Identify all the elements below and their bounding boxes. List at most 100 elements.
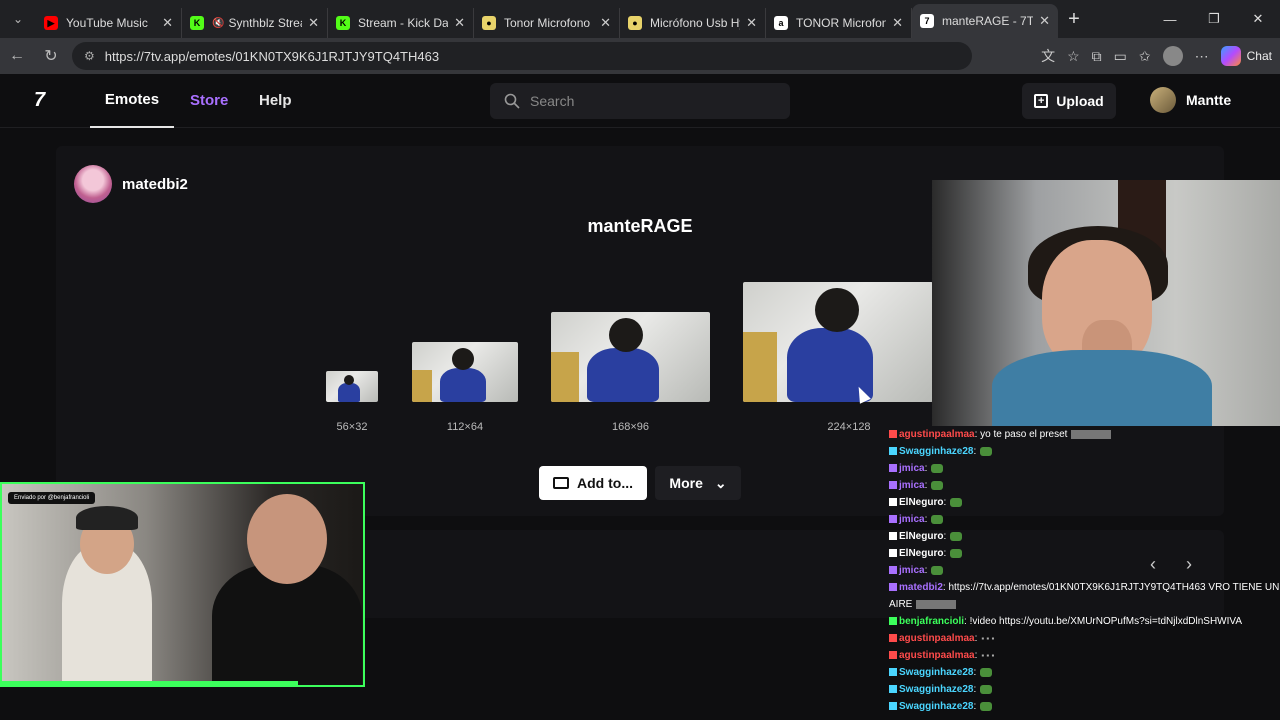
add-to-button[interactable]: Add to... bbox=[539, 466, 647, 500]
chat-message: agustinpaalmaa: yo te paso el preset bbox=[889, 426, 1280, 443]
new-tab-button[interactable]: + bbox=[1058, 8, 1090, 31]
chat-emote-image bbox=[950, 531, 963, 541]
chat-text: : bbox=[973, 446, 977, 457]
chat-text: : bbox=[973, 667, 977, 678]
shared-video-overlay: Enviado por @benjafrancioli bbox=[0, 482, 365, 687]
chat-badge-icon bbox=[889, 515, 897, 524]
browser-tab[interactable]: a TONOR Microfono ✕ bbox=[766, 8, 912, 38]
site-info-icon[interactable]: ⚙ bbox=[84, 49, 95, 63]
copilot-chat-button[interactable]: Chat bbox=[1220, 46, 1272, 66]
chat-emote-image bbox=[980, 701, 993, 711]
tab-title: YouTube Music bbox=[66, 16, 148, 30]
chat-username: agustinpaalmaa bbox=[899, 429, 975, 440]
window-controls: — ❐ ✕ bbox=[1148, 0, 1280, 38]
browser-tab[interactable]: ▶ YouTube Music ✕ bbox=[36, 8, 182, 38]
chat-emote-image bbox=[980, 684, 993, 694]
minimize-icon[interactable]: — bbox=[1148, 0, 1192, 38]
tab-close-icon[interactable]: ✕ bbox=[162, 15, 173, 31]
emote-preview-4x bbox=[743, 282, 933, 402]
chat-username: jmica bbox=[899, 463, 925, 474]
nav-store[interactable]: Store bbox=[190, 74, 228, 128]
split-screen-icon[interactable]: ▭ bbox=[1114, 48, 1127, 65]
chat-badge-icon bbox=[889, 651, 897, 660]
more-menu-icon[interactable]: ⋯ bbox=[1195, 48, 1209, 65]
chat-emote-image bbox=[931, 565, 944, 575]
chat-username: jmica bbox=[899, 480, 925, 491]
chat-badge-icon bbox=[889, 617, 897, 626]
site-header: 7 Emotes Store Help Search + Upload Mant… bbox=[0, 74, 1280, 128]
chat-text: : bbox=[943, 548, 947, 559]
chat-badge-icon bbox=[889, 634, 897, 643]
search-input[interactable]: Search bbox=[490, 83, 790, 119]
restore-icon[interactable]: ❐ bbox=[1192, 0, 1236, 38]
chevron-down-icon: ⌄ bbox=[714, 474, 727, 491]
nav-emotes[interactable]: Emotes bbox=[90, 74, 174, 128]
chat-text: : bbox=[973, 701, 977, 712]
tab-title: Micrófono Usb Hyp bbox=[650, 16, 740, 30]
chat-message: Swagginhaze28: bbox=[889, 681, 1280, 698]
tab-close-icon[interactable]: ✕ bbox=[600, 15, 611, 31]
chat-username: ElNeguro bbox=[899, 531, 944, 542]
tab-close-icon[interactable]: ✕ bbox=[454, 15, 465, 31]
chat-badge-icon bbox=[889, 549, 897, 558]
sent-by-tag: Enviado por @benjafrancioli bbox=[8, 492, 96, 504]
extensions-icon[interactable]: ⧉ bbox=[1092, 48, 1102, 65]
emote-owner[interactable]: matedbi2 bbox=[74, 165, 188, 203]
chat-username: jmica bbox=[899, 565, 925, 576]
browser-tab[interactable]: K Stream - Kick Dashboard ✕ bbox=[328, 8, 474, 38]
address-bar-row: ← ↻ ⚙ https://7tv.app/emotes/01KN0TX9K6J… bbox=[0, 38, 1280, 74]
close-window-icon[interactable]: ✕ bbox=[1236, 0, 1280, 38]
chat-badge-icon bbox=[889, 566, 897, 575]
chat-message: Swagginhaze28: bbox=[889, 698, 1280, 715]
chat-message: jmica: bbox=[889, 477, 1280, 494]
user-menu[interactable]: Mantte bbox=[1150, 87, 1231, 113]
tab-muted-icon[interactable]: 🔇 bbox=[212, 18, 224, 29]
browser-tab[interactable]: 7 manteRAGE - 7TV ✕ bbox=[912, 4, 1058, 38]
browser-tab[interactable]: ● Tonor Microfono G ✕ bbox=[474, 8, 620, 38]
profile-avatar[interactable] bbox=[1162, 46, 1183, 66]
video-progress-bar bbox=[2, 681, 298, 685]
username: Mantte bbox=[1186, 92, 1232, 108]
chat-badge-icon bbox=[889, 447, 897, 456]
chat-emote-image: ▪ ▪ ▪ bbox=[981, 634, 995, 643]
chat-username: Swagginhaze28 bbox=[899, 684, 974, 695]
chat-text: : yo te paso el preset bbox=[974, 429, 1068, 440]
size-label-2x: 112×64 bbox=[446, 421, 484, 433]
favorite-star-icon[interactable]: ☆ bbox=[1067, 48, 1080, 65]
chat-badge-icon bbox=[889, 702, 897, 711]
chat-text: : bbox=[924, 480, 928, 491]
chat-badge-icon bbox=[889, 430, 897, 439]
webcam-overlay bbox=[932, 180, 1280, 426]
chat-badge-icon bbox=[889, 481, 897, 490]
tab-list-menu-icon[interactable]: ⌄ bbox=[0, 0, 36, 38]
chat-message: matedbi2: https://7tv.app/emotes/01KN0TX… bbox=[889, 579, 1280, 596]
tab-favicon-icon: ▶ bbox=[44, 16, 58, 30]
browser-tab[interactable]: K 🔇 Synthblz Stream ✕ bbox=[182, 8, 328, 38]
owner-name: matedbi2 bbox=[122, 175, 188, 193]
7tv-logo-icon[interactable]: 7 bbox=[34, 89, 62, 112]
favorites-icon[interactable]: ✩ bbox=[1139, 48, 1151, 65]
add-to-label: Add to... bbox=[577, 475, 633, 491]
tab-strip: ▶ YouTube Music ✕ K 🔇 Synthblz Stream ✕ K Stream… bbox=[36, 0, 1058, 38]
back-icon[interactable]: ← bbox=[0, 38, 34, 74]
tab-title: Stream - Kick Dashboard bbox=[358, 16, 449, 30]
tab-close-icon[interactable]: ✕ bbox=[746, 15, 757, 31]
chat-emote-image bbox=[950, 497, 963, 507]
nav-help[interactable]: Help bbox=[259, 74, 292, 128]
chat-badge-icon bbox=[889, 668, 897, 677]
tab-favicon-icon: K bbox=[336, 16, 350, 30]
chat-username: Swagginhaze28 bbox=[899, 701, 974, 712]
tab-close-icon[interactable]: ✕ bbox=[892, 15, 903, 31]
tab-title: manteRAGE - 7TV bbox=[942, 14, 1034, 28]
tab-close-icon[interactable]: ✕ bbox=[308, 15, 319, 31]
url-field[interactable]: ⚙ https://7tv.app/emotes/01KN0TX9K6J1RJT… bbox=[72, 42, 972, 70]
upload-button[interactable]: + Upload bbox=[1022, 83, 1116, 119]
reload-icon[interactable]: ↻ bbox=[34, 38, 68, 74]
browser-tab[interactable]: ● Micrófono Usb Hyp ✕ bbox=[620, 8, 766, 38]
tab-title: TONOR Microfono bbox=[796, 16, 887, 30]
translate-icon[interactable]: 文 bbox=[1041, 46, 1055, 66]
more-button[interactable]: More ⌄ bbox=[655, 466, 741, 500]
chat-text: : bbox=[924, 514, 928, 525]
tab-close-icon[interactable]: ✕ bbox=[1039, 13, 1050, 29]
chat-badge-icon bbox=[889, 685, 897, 694]
